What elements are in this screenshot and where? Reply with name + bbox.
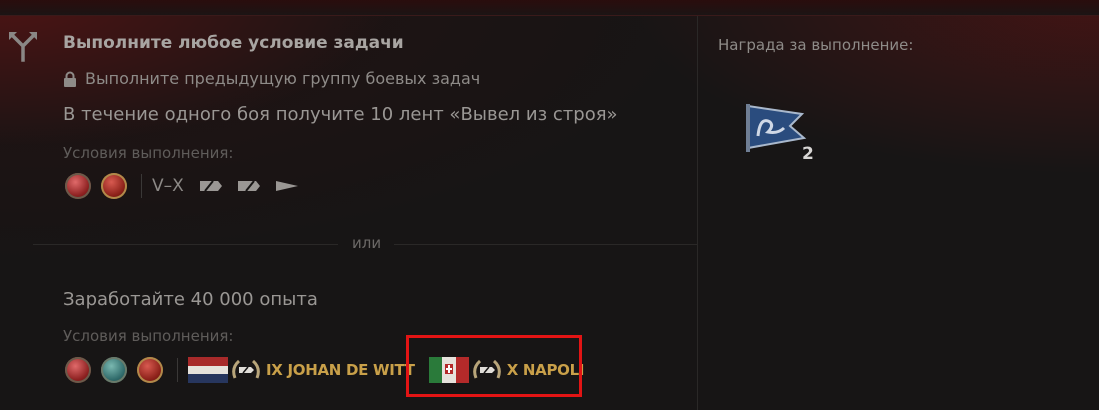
condition-2-text: Заработайте 40 000 опыта xyxy=(63,289,318,310)
branch-icon xyxy=(9,32,37,62)
reward-label: Награда за выполнение: xyxy=(718,36,914,54)
top-strip xyxy=(0,0,1099,15)
lock-notice: Выполните предыдущую группу боевых задач xyxy=(63,69,480,88)
battle-type-ranked-icon xyxy=(101,173,127,199)
tier-range: V–X xyxy=(152,176,184,196)
medium-tank-icon xyxy=(199,180,222,192)
lock-text: Выполните предыдущую группу боевых задач xyxy=(85,69,481,88)
battle-type-coop-icon xyxy=(101,357,127,383)
reward-count: 2 xyxy=(802,144,814,164)
condition-1-text: В течение одного боя получите 10 лент «В… xyxy=(63,104,618,125)
heavy-tank-icon xyxy=(237,180,260,192)
top-divider xyxy=(0,15,1099,16)
tank-requirement-johan-de-witt[interactable]: IX JOHAN DE WITT xyxy=(188,357,415,383)
highlight-box xyxy=(406,335,582,397)
netherlands-flag-icon xyxy=(188,357,228,383)
battle-type-random-icon xyxy=(65,357,91,383)
or-separator: или xyxy=(352,234,382,252)
lock-icon xyxy=(64,71,76,87)
column-divider xyxy=(697,16,698,410)
task-title: Выполните любое условие задачи xyxy=(63,33,404,53)
battle-type-random-icon xyxy=(65,173,91,199)
tank-name: IX JOHAN DE WITT xyxy=(266,361,415,379)
separator xyxy=(177,358,178,382)
battle-type-ranked-icon xyxy=(137,357,163,383)
condition-1-requirements: V–X xyxy=(65,173,312,199)
or-line-right xyxy=(394,244,697,245)
separator xyxy=(141,174,142,198)
conditions-label-2: Условия выполнения: xyxy=(63,327,234,345)
or-line-left xyxy=(33,244,338,245)
conditions-label-1: Условия выполнения: xyxy=(63,144,234,162)
laurel-wreath-icon xyxy=(232,359,260,379)
pennant-flag-icon[interactable] xyxy=(744,104,808,152)
tank-destroyer-icon xyxy=(275,181,298,191)
